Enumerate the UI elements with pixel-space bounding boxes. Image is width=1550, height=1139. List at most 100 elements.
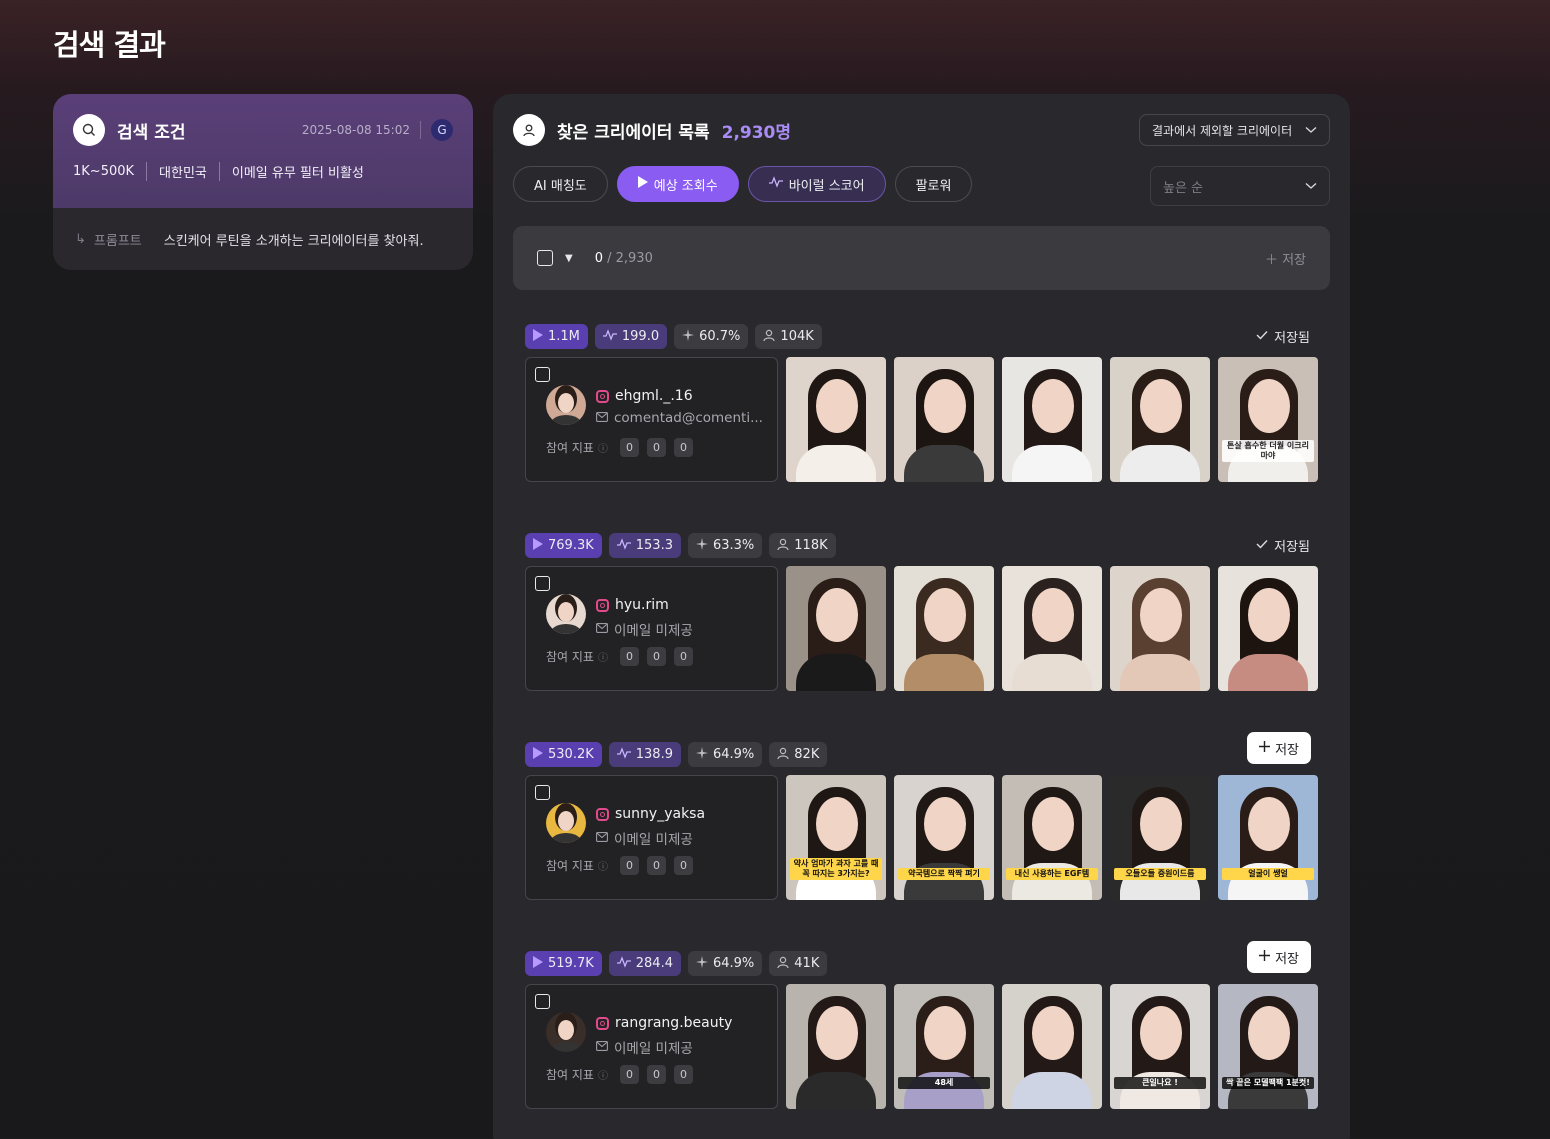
viral-score-badge: 284.4 (608, 951, 681, 976)
tab-label: 바이럴 스코어 (788, 178, 865, 194)
creator-handle-row: hyu.rim (596, 597, 669, 613)
sparkle-icon (695, 955, 708, 972)
play-icon (533, 328, 543, 345)
avatar (546, 803, 586, 843)
save-button[interactable]: 저장 (1247, 941, 1311, 973)
plus-icon (1259, 949, 1271, 965)
creator-checkbox[interactable] (535, 367, 550, 382)
bulk-save-label: 저장 (1282, 252, 1306, 268)
info-icon[interactable]: ⓘ (598, 440, 608, 455)
creator-profile-card[interactable]: rangrang.beauty 이메일 미제공 참여 지표 ⓘ 0 0 0 (525, 984, 778, 1109)
thumbnail-caption: 큰일나요 ! (1114, 1077, 1206, 1089)
select-options-caret-icon[interactable]: ▼ (565, 253, 573, 264)
video-thumbnail[interactable] (1002, 357, 1102, 482)
mail-icon (596, 831, 608, 845)
thumbnail-caption: 싹 끝은 모델팩팩 1분컷! (1222, 1077, 1314, 1089)
video-thumbnail[interactable]: 오들오들 증원이드름 (1110, 775, 1210, 900)
viral-score-value: 138.9 (635, 747, 673, 762)
info-icon[interactable]: ⓘ (598, 1067, 608, 1082)
video-thumbnail[interactable] (1218, 566, 1318, 691)
video-thumbnail[interactable] (786, 566, 886, 691)
sort-order-dropdown[interactable]: 높은 순 (1150, 166, 1330, 206)
prompt-label: 프롬프트 (93, 234, 142, 249)
avatar (546, 1012, 586, 1052)
info-icon[interactable]: ⓘ (598, 858, 608, 873)
search-conditions-card: 검색 조건 2025-08-08 15:02 G 1K~500K 대한민국 이메… (53, 94, 473, 270)
exclude-creators-dropdown[interactable]: 결과에서 제외할 크리에이터 (1139, 114, 1330, 146)
plus-icon (1259, 740, 1271, 756)
video-thumbnail[interactable]: 약사 엄마가 과자 고를 때 꼭 따지는 3가지는? (786, 775, 886, 900)
user-avatar[interactable]: G (431, 119, 453, 141)
metric-value: 0 (646, 647, 666, 666)
play-icon (637, 176, 648, 192)
info-icon[interactable]: ⓘ (598, 649, 608, 664)
avatar (546, 594, 586, 634)
instagram-icon (596, 807, 609, 821)
thumbnail-caption: 약사 엄마가 과자 고를 때 꼭 따지는 3가지는? (790, 858, 882, 880)
saved-indicator[interactable]: 저장됨 (1256, 324, 1310, 349)
bulk-save-button[interactable]: ＋ 저장 (1265, 249, 1306, 268)
activity-icon (616, 537, 631, 554)
tab-viral-score[interactable]: 바이럴 스코어 (747, 166, 886, 202)
creator-profile-card[interactable]: ehgml._.16 comentad@comenti... 참여 지표 ⓘ 0… (525, 357, 778, 482)
video-thumbnail[interactable] (786, 984, 886, 1109)
metric-value: 0 (619, 438, 639, 457)
instagram-icon (596, 598, 609, 612)
creator-handle[interactable]: sunny_yaksa (615, 806, 705, 822)
engagement-metrics: 참여 지표 ⓘ 0 0 0 (546, 647, 701, 666)
tab-followers[interactable]: 팔로워 (894, 166, 973, 202)
tab-ai-match[interactable]: AI 매칭도 (513, 166, 608, 202)
followers-badge: 41K (769, 951, 828, 976)
metric-value: 0 (619, 856, 639, 875)
video-thumbnail[interactable]: 싹 끝은 모델팩팩 1분컷! (1218, 984, 1318, 1109)
select-all-checkbox[interactable] (537, 250, 553, 266)
creator-checkbox[interactable] (535, 576, 550, 591)
creator-profile-card[interactable]: hyu.rim 이메일 미제공 참여 지표 ⓘ 0 0 0 (525, 566, 778, 691)
thumbnail-caption: 약국템으로 짝짝 펴기 (898, 868, 990, 880)
creator-handle-row: sunny_yaksa (596, 806, 705, 822)
video-thumbnails: 48세 큰일나요 ! 싹 끝은 모델팩팩 1분컷! (786, 984, 1318, 1109)
video-thumbnail[interactable] (1002, 984, 1102, 1109)
tab-expected-views[interactable]: 예상 조회수 (616, 166, 739, 202)
saved-indicator[interactable]: 저장됨 (1256, 533, 1310, 558)
expected-views-badge: 530.2K (525, 742, 602, 767)
engagement-metrics: 참여 지표 ⓘ 0 0 0 (546, 1065, 701, 1084)
metrics-label: 참여 지표 (546, 1068, 594, 1082)
engagement-value: 64.9% (712, 747, 755, 762)
check-icon (1256, 538, 1268, 553)
metric-value: 0 (619, 1065, 639, 1084)
creator-email: comentad@comenti... (614, 410, 763, 426)
creator-stats: 530.2K 138.9 64.9% 82K (525, 742, 1318, 767)
video-thumbnail[interactable]: 큰일나요 ! (1110, 984, 1210, 1109)
video-thumbnail[interactable] (786, 357, 886, 482)
video-thumbnail[interactable] (1110, 566, 1210, 691)
metric-value: 0 (619, 647, 639, 666)
creator-checkbox[interactable] (535, 994, 550, 1009)
creator-handle[interactable]: hyu.rim (615, 597, 669, 613)
thumbnail-caption: 오들오들 증원이드름 (1114, 868, 1206, 880)
video-thumbnail[interactable]: 48세 (894, 984, 994, 1109)
play-icon (533, 537, 543, 554)
creator-email-row: comentad@comenti... (596, 410, 763, 426)
video-thumbnail[interactable]: 내신 사용하는 EGF템 (1002, 775, 1102, 900)
video-thumbnail[interactable]: 얼굴이 쌩얼 (1218, 775, 1318, 900)
save-button[interactable]: 저장 (1247, 732, 1311, 764)
viral-score-value: 284.4 (635, 956, 673, 971)
filter-list: 1K~500K 대한민국 이메일 유무 필터 비활성 (73, 162, 453, 181)
video-thumbnail[interactable] (1110, 357, 1210, 482)
creator-checkbox[interactable] (535, 785, 550, 800)
video-thumbnail[interactable] (894, 357, 994, 482)
video-thumbnail[interactable] (894, 566, 994, 691)
creator-profile-card[interactable]: sunny_yaksa 이메일 미제공 참여 지표 ⓘ 0 0 0 (525, 775, 778, 900)
viral-score-badge: 153.3 (608, 533, 681, 558)
video-thumbnail[interactable] (1002, 566, 1102, 691)
creator-email: 이메일 미제공 (614, 1041, 693, 1057)
video-thumbnail[interactable]: 튼살 흡수한 더월 이크리마야 (1218, 357, 1318, 482)
creator-row: 519.7K 284.4 64.9% 41K 저장 rangrang.beaut… (525, 941, 1318, 1121)
creator-handle[interactable]: rangrang.beauty (615, 1015, 732, 1031)
thumbnail-caption: 48세 (898, 1077, 990, 1089)
followers-badge: 104K (755, 324, 822, 349)
creator-handle[interactable]: ehgml._.16 (615, 388, 693, 404)
saved-label: 저장됨 (1274, 331, 1310, 346)
video-thumbnail[interactable]: 약국템으로 짝짝 펴기 (894, 775, 994, 900)
